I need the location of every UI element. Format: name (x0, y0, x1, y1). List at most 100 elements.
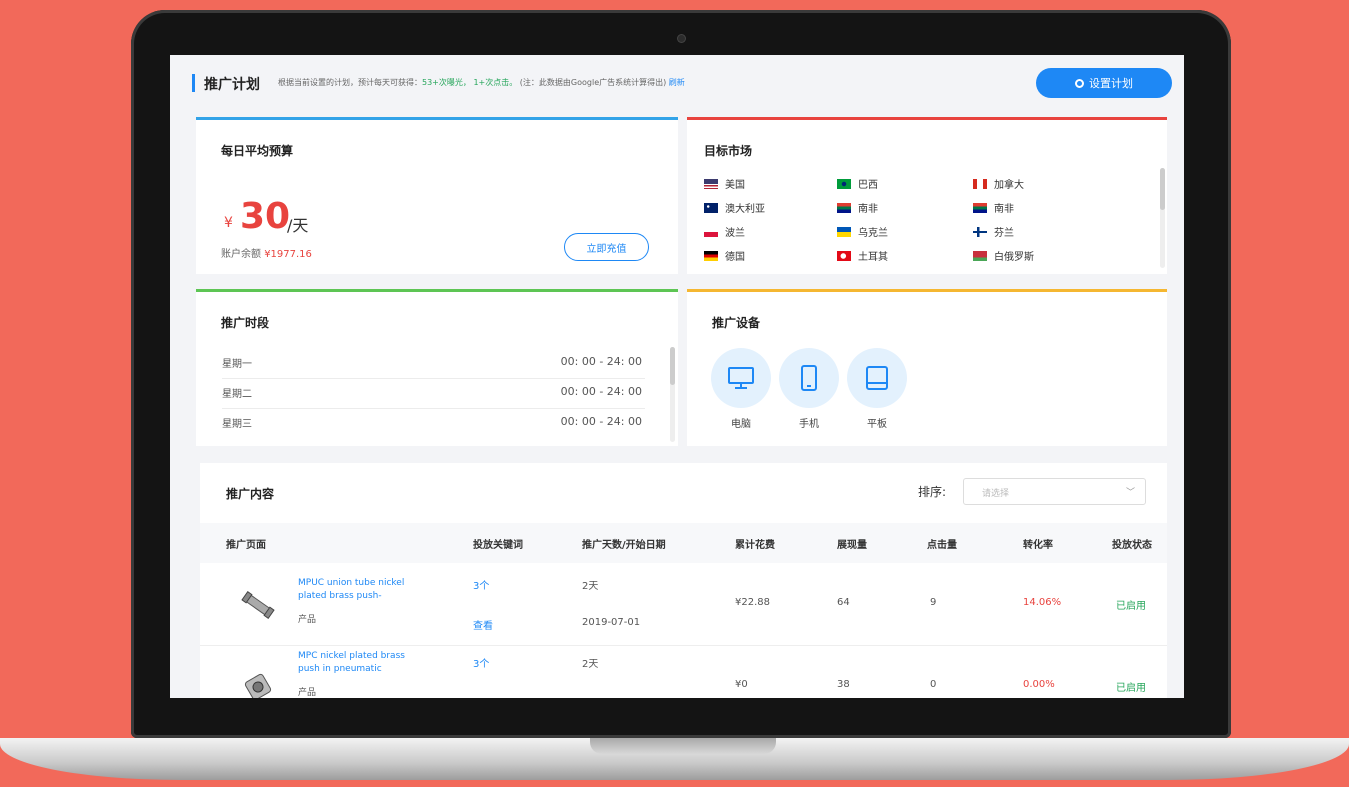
finland-flag-icon (973, 226, 987, 237)
market-item: 波兰 (704, 224, 745, 239)
budget-unit: /天 (287, 216, 309, 235)
market-item: 南非 (837, 200, 878, 215)
product-page-link[interactable]: MPUC union tube nickel plated brass push… (298, 577, 426, 603)
gear-icon (1075, 78, 1084, 88)
promo-days: 2天 (582, 581, 599, 592)
table-header: 推广页面 投放关键词 推广天数/开始日期 累计花费 展现量 点击量 转化率 投放… (200, 523, 1167, 563)
column-header: 转化率 (1023, 540, 1053, 551)
desktop-label: 电脑 (731, 419, 751, 430)
set-plan-button[interactable]: 设置计划 (1036, 68, 1172, 98)
page-type: 产品 (298, 615, 317, 625)
market-name: 乌克兰 (858, 228, 888, 239)
column-header: 点击量 (927, 540, 957, 551)
app-screen: 推广计划 根据当前设置的计划，预计每天可获得：53+次曝光， 1+次点击。 (注… (170, 55, 1184, 698)
markets-scroll-thumb[interactable] (1160, 168, 1165, 210)
start-date: 2019-07-01 (582, 617, 641, 628)
market-item: 芬兰 (973, 224, 1014, 239)
schedule-row: 星期二 00: 00 - 24: 00 (222, 379, 645, 409)
laptop-notch (590, 738, 776, 754)
currency-symbol: ¥ (224, 215, 233, 231)
market-item: 乌克兰 (837, 224, 888, 239)
column-header: 推广天数/开始日期 (582, 540, 666, 551)
status-badge[interactable]: 已启用 (1116, 679, 1146, 694)
page-type: 产品 (298, 688, 317, 698)
tablet-icon[interactable] (847, 348, 907, 408)
total-cost: ¥0 (735, 679, 748, 690)
keywords-count-link[interactable]: 3个 (473, 577, 489, 592)
recharge-button[interactable]: 立即充值 (564, 233, 649, 261)
total-cost: ¥22.88 (735, 597, 770, 608)
germany-flag-icon (704, 250, 718, 261)
chevron-down-icon: ﹀ (1125, 488, 1135, 498)
brazil-flag-icon (837, 178, 851, 189)
tablet-label: 平板 (867, 419, 887, 430)
market-item: 澳大利亚 (704, 200, 765, 215)
south-africa-flag-icon (973, 202, 987, 213)
south-africa-flag-icon (837, 202, 851, 213)
column-header: 展现量 (837, 540, 867, 551)
page-title: 推广计划 (204, 77, 260, 93)
schedule-card: 推广时段 星期一 00: 00 - 24: 00 星期二 00: 00 - 24… (196, 289, 678, 446)
webcam (678, 35, 685, 42)
sort-label: 排序: (918, 485, 947, 499)
product-page-link[interactable]: MPC nickel plated brass push in pneumati… (298, 650, 426, 676)
conversion-rate: 0.00% (1023, 679, 1055, 690)
conversion-rate: 14.06% (1023, 597, 1062, 608)
market-name: 美国 (725, 180, 745, 191)
poland-flag-icon (704, 226, 718, 237)
estimate-hint: 根据当前设置的计划，预计每天可获得：53+次曝光， 1+次点击。 (注：此数据由… (278, 78, 685, 87)
target-markets-card: 目标市场 美国 巴西 加拿大 澳大利亚 南非 南非 波兰 乌克兰 芬兰 德国 土耳其 白俄罗斯 (687, 117, 1167, 274)
market-name: 波兰 (725, 228, 745, 239)
schedule-scroll-thumb[interactable] (670, 347, 675, 385)
market-item: 德国 (704, 248, 745, 263)
market-item: 南非 (973, 200, 1014, 215)
budget-amount: 30 (240, 196, 291, 237)
market-name: 南非 (994, 204, 1014, 215)
status-badge[interactable]: 已启用 (1116, 597, 1146, 612)
column-header: 投放关键词 (473, 540, 523, 551)
canada-flag-icon (973, 178, 987, 189)
schedule-title: 推广时段 (221, 316, 270, 330)
promotion-content-card: 推广内容 排序: 请选择 ﹀ 推广页面 投放关键词 推广天数/开始日期 累计花费… (200, 463, 1167, 698)
market-name: 德国 (725, 252, 745, 263)
market-item: 美国 (704, 176, 745, 191)
content-title: 推广内容 (226, 487, 275, 501)
balance: 账户余额 ¥1977.16 (221, 249, 312, 260)
market-name: 芬兰 (994, 228, 1014, 239)
belarus-flag-icon (973, 250, 987, 261)
balance-value: ¥1977.16 (264, 249, 312, 260)
devices-card: 推广设备 电脑 手机 平板 (687, 289, 1167, 446)
sort-select[interactable]: 请选择 ﹀ (963, 478, 1146, 505)
market-item: 土耳其 (837, 248, 888, 263)
desktop-icon[interactable] (711, 348, 771, 408)
markets-title: 目标市场 (704, 144, 753, 158)
product-thumbnail (244, 673, 272, 698)
devices-title: 推广设备 (712, 316, 761, 330)
mobile-icon[interactable] (779, 348, 839, 408)
clicks: 9 (930, 597, 937, 608)
budget-card: 每日平均预算 ¥ 30 /天 账户余额 ¥1977.16 立即充值 (196, 117, 678, 274)
us-flag-icon (704, 178, 718, 189)
budget-title: 每日平均预算 (221, 144, 294, 158)
refresh-link[interactable]: 刷新 (669, 78, 685, 87)
impressions: 64 (837, 597, 850, 608)
clicks: 0 (930, 679, 937, 690)
promo-days: 2天 (582, 659, 599, 670)
schedule-row: 星期三 00: 00 - 24: 00 (222, 415, 642, 430)
header-bar: 推广计划 根据当前设置的计划，预计每天可获得：53+次曝光， 1+次点击。 (注… (170, 55, 1184, 112)
keywords-count-link[interactable]: 3个 (473, 655, 489, 670)
mobile-label: 手机 (799, 419, 819, 430)
market-name: 巴西 (858, 180, 878, 191)
australia-flag-icon (704, 202, 718, 213)
view-keywords-link[interactable]: 查看 (473, 617, 493, 632)
market-name: 南非 (858, 204, 878, 215)
turkey-flag-icon (837, 250, 851, 261)
market-name: 白俄罗斯 (994, 252, 1034, 263)
table-row: MPC nickel plated brass push in pneumati… (200, 645, 1167, 698)
column-header: 投放状态 (1112, 540, 1152, 551)
table-row: MPUC union tube nickel plated brass push… (200, 563, 1167, 646)
market-name: 土耳其 (858, 252, 888, 263)
market-name: 澳大利亚 (725, 204, 765, 215)
market-item: 白俄罗斯 (973, 248, 1034, 263)
column-header: 累计花费 (735, 540, 775, 551)
